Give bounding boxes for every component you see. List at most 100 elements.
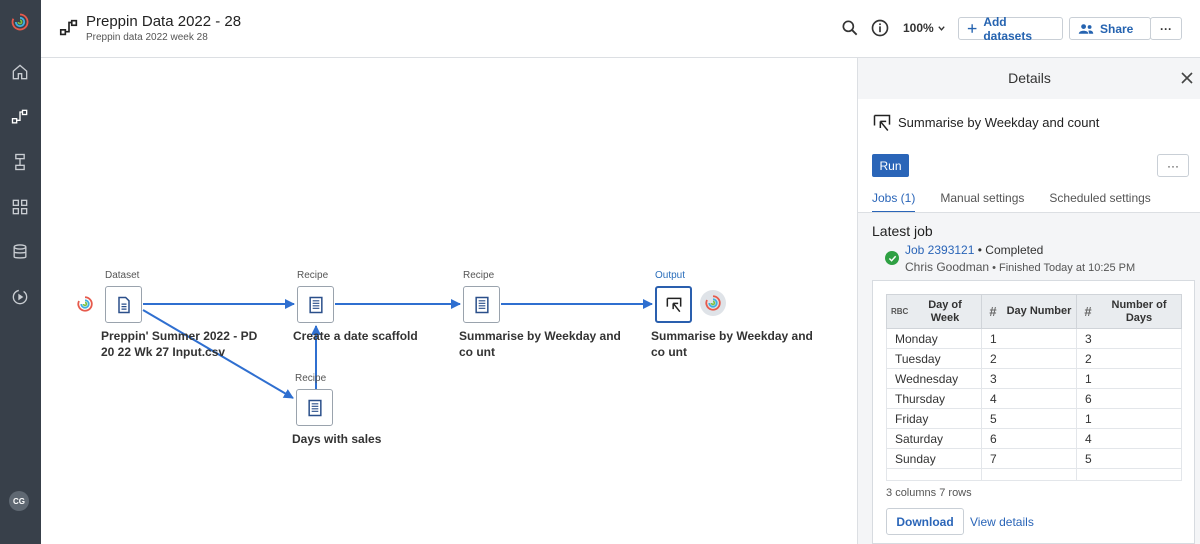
job-line: Job 2393121 • Completed xyxy=(905,243,1043,257)
top-header: Preppin Data 2022 - 28 Preppin data 2022… xyxy=(41,0,1200,58)
output-destination-icon[interactable] xyxy=(700,290,726,316)
view-details-link[interactable]: View details xyxy=(970,515,1034,529)
scaffold-node-name: Create a date scaffold xyxy=(293,329,418,343)
document-icon xyxy=(117,296,130,313)
latest-job-heading: Latest job xyxy=(872,223,933,239)
string-type-icon: RBC xyxy=(891,307,909,316)
jobs-icon[interactable] xyxy=(6,283,34,311)
table-row: Friday 5 1 xyxy=(886,408,1182,429)
recipe-node-create-date-scaffold[interactable] xyxy=(297,286,334,323)
recipe-icon xyxy=(474,296,489,313)
add-datasets-button[interactable]: Add datasets xyxy=(958,14,1063,43)
home-icon[interactable] xyxy=(6,58,34,86)
details-title: Details xyxy=(1008,70,1051,86)
output-node-name: Summarise by Weekday and co unt xyxy=(651,329,813,359)
dataset-node-name: Preppin' Summer 2022 - PD 20 22 Wk 27 In… xyxy=(101,329,258,359)
plans-icon[interactable] xyxy=(6,148,34,176)
number-type-icon: # xyxy=(1084,304,1092,319)
table-cell: 4 xyxy=(981,388,1077,409)
dataset-node[interactable] xyxy=(105,286,142,323)
jobs-tab-content: Latest job Job 2393121 • Completed Chris… xyxy=(858,213,1200,544)
table-cell: 1 xyxy=(1076,368,1182,389)
job-link[interactable]: Job 2393121 xyxy=(905,243,974,257)
plus-icon xyxy=(967,24,977,33)
tab-manual-settings[interactable]: Manual settings xyxy=(940,191,1024,213)
flow-title[interactable]: Preppin Data 2022 - 28 xyxy=(86,13,241,30)
left-nav-rail: CG xyxy=(0,0,41,544)
chevron-down-icon xyxy=(937,25,945,31)
search-icon[interactable] xyxy=(840,18,860,38)
library-icon[interactable] xyxy=(6,193,34,221)
info-icon[interactable] xyxy=(870,18,890,38)
flow-canvas[interactable]: Dataset Preppin' Summer 2022 - PD 20 22 … xyxy=(41,58,857,544)
job-finished: • Finished Today at 10:25 PM xyxy=(992,262,1136,274)
job-status: • Completed xyxy=(977,243,1044,257)
tab-jobs[interactable]: Jobs (1) xyxy=(872,191,916,213)
table-cell: 2 xyxy=(981,348,1077,369)
recipe-icon xyxy=(308,296,323,313)
days-with-sales-node-name: Days with sales xyxy=(292,432,382,446)
output-icon xyxy=(666,297,681,312)
details-panel: Details Summarise by Weekday and count R… xyxy=(857,58,1200,544)
table-cell: 5 xyxy=(981,408,1077,429)
table-row: Monday 1 3 xyxy=(886,328,1182,349)
column-header-number-of-days[interactable]: # Number of Days xyxy=(1076,294,1182,329)
table-cell: Thursday xyxy=(886,388,982,409)
table-cell: 1 xyxy=(1076,408,1182,429)
flow-subtitle: Preppin data 2022 week 28 xyxy=(86,32,208,43)
database-icon[interactable] xyxy=(6,238,34,266)
table-cell: Friday xyxy=(886,408,982,429)
result-summary: 3 columns 7 rows xyxy=(886,487,972,499)
table-cell: 2 xyxy=(1076,348,1182,369)
details-header: Details xyxy=(858,58,1200,99)
tab-scheduled-settings[interactable]: Scheduled settings xyxy=(1049,191,1150,213)
download-button[interactable]: Download xyxy=(886,508,964,535)
table-cell: 3 xyxy=(981,368,1077,389)
table-row: Wednesday 3 1 xyxy=(886,368,1182,389)
zoom-dropdown[interactable]: 100% xyxy=(903,21,946,35)
result-table: RBC Day of Week # Day Number # Number of… xyxy=(886,294,1182,481)
output-node[interactable] xyxy=(655,286,692,323)
recipe-node-summarise[interactable] xyxy=(463,286,500,323)
close-icon[interactable] xyxy=(1180,71,1194,85)
table-row-empty xyxy=(886,468,1182,481)
job-meta: Chris Goodman • Finished Today at 10:25 … xyxy=(905,260,1135,274)
table-cell: Wednesday xyxy=(886,368,982,389)
number-type-icon: # xyxy=(989,304,997,319)
column-header-day-number[interactable]: # Day Number xyxy=(981,294,1077,329)
flows-icon[interactable] xyxy=(6,103,34,131)
output-icon xyxy=(873,114,891,131)
recipe-node-days-with-sales[interactable] xyxy=(296,389,333,426)
table-row: Sunday 7 5 xyxy=(886,448,1182,469)
more-options-button[interactable]: ··· xyxy=(1150,17,1182,40)
result-header-row: RBC Day of Week # Day Number # Number of… xyxy=(886,294,1182,329)
output-type-label: Output xyxy=(655,270,686,281)
details-tabs: Jobs (1) Manual settings Scheduled setti… xyxy=(872,191,1151,213)
summarise-node-name: Summarise by Weekday and co unt xyxy=(459,329,621,359)
days-with-sales-type-label: Recipe xyxy=(295,373,327,384)
table-cell: Monday xyxy=(886,328,982,349)
panel-more-button[interactable]: ··· xyxy=(1157,154,1189,177)
user-avatar[interactable]: CG xyxy=(9,491,29,511)
selected-recipe-name: Summarise by Weekday and count xyxy=(898,115,1100,130)
app-logo-icon[interactable] xyxy=(6,8,34,36)
table-cell: 5 xyxy=(1076,448,1182,469)
table-cell: Tuesday xyxy=(886,348,982,369)
flow-edges xyxy=(142,299,653,399)
add-datasets-label: Add datasets xyxy=(983,14,1033,43)
table-cell: 1 xyxy=(981,328,1077,349)
completed-check-icon xyxy=(885,251,899,265)
table-cell: Sunday xyxy=(886,448,982,469)
column-header-day-of-week[interactable]: RBC Day of Week xyxy=(886,294,982,329)
share-label: Share xyxy=(1100,21,1134,36)
recipe-icon xyxy=(307,399,322,416)
share-button[interactable]: Share xyxy=(1069,17,1151,40)
scaffold-type-label: Recipe xyxy=(297,270,329,281)
flow-icon xyxy=(59,19,78,36)
table-cell: Saturday xyxy=(886,428,982,449)
table-row: Thursday 4 6 xyxy=(886,388,1182,409)
table-row: Saturday 6 4 xyxy=(886,428,1182,449)
run-button[interactable]: Run xyxy=(872,154,909,177)
table-row: Tuesday 2 2 xyxy=(886,348,1182,369)
table-cell: 4 xyxy=(1076,428,1182,449)
